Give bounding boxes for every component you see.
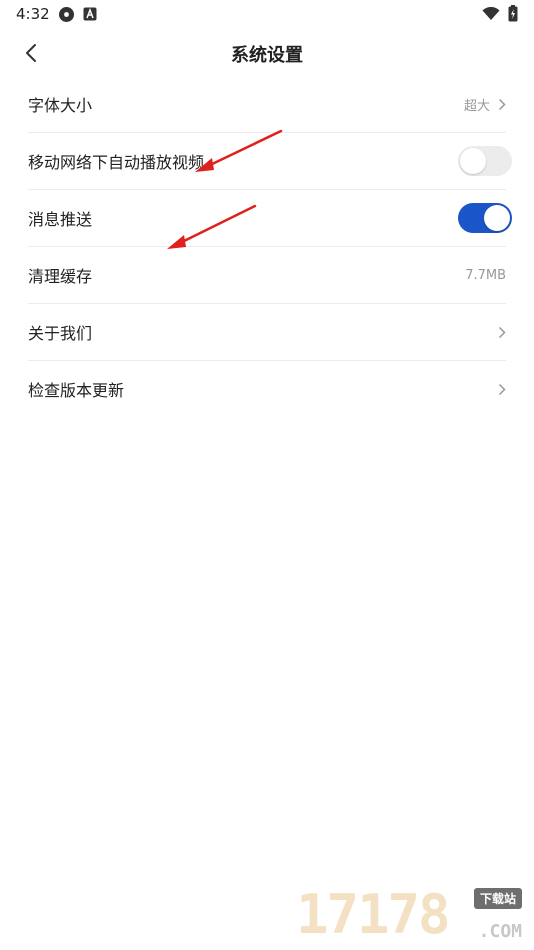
setting-label: 检查版本更新: [28, 381, 125, 400]
autoplay-toggle[interactable]: [458, 146, 512, 176]
toggle-knob: [460, 148, 486, 174]
cache-size-value: 7.7MB: [465, 267, 506, 283]
settings-list: 字体大小 超大 移动网络下自动播放视频 消息推送 清理缓存 7.7MB 关于我们…: [28, 76, 512, 417]
push-toggle[interactable]: [458, 203, 512, 233]
chevron-right-icon: [498, 326, 506, 338]
watermark-badge: 下载站: [473, 888, 522, 909]
setting-label: 移动网络下自动播放视频: [28, 153, 205, 172]
battery-icon: [508, 5, 518, 26]
page-title: 系统设置: [231, 45, 303, 66]
toggle-knob: [484, 205, 510, 231]
setting-about-us[interactable]: 关于我们: [28, 304, 506, 361]
setting-check-update[interactable]: 检查版本更新: [28, 361, 506, 417]
setting-label: 清理缓存: [28, 267, 93, 286]
setting-label: 消息推送: [28, 210, 93, 229]
status-bar: 4:32: [0, 0, 534, 28]
chevron-right-icon: [498, 383, 506, 395]
watermark-suffix: .COM: [478, 921, 522, 942]
notification-a-icon: [83, 6, 97, 27]
status-time: 4:32: [16, 5, 50, 23]
wifi-icon: [482, 6, 500, 25]
setting-value: 超大: [463, 98, 490, 114]
settings-icon: [58, 6, 75, 27]
watermark-digits: 17178: [296, 883, 451, 946]
watermark-logo: 17178 下载站 .COM: [296, 883, 526, 946]
setting-label: 字体大小: [28, 96, 93, 115]
chevron-right-icon: [498, 98, 506, 110]
setting-push-notifications: 消息推送: [28, 190, 512, 247]
setting-font-size[interactable]: 字体大小 超大: [28, 76, 506, 133]
app-header: 系统设置: [0, 30, 534, 76]
setting-clear-cache[interactable]: 清理缓存 7.7MB: [28, 247, 506, 304]
setting-autoplay-video: 移动网络下自动播放视频: [28, 133, 512, 190]
setting-label: 关于我们: [28, 324, 93, 343]
